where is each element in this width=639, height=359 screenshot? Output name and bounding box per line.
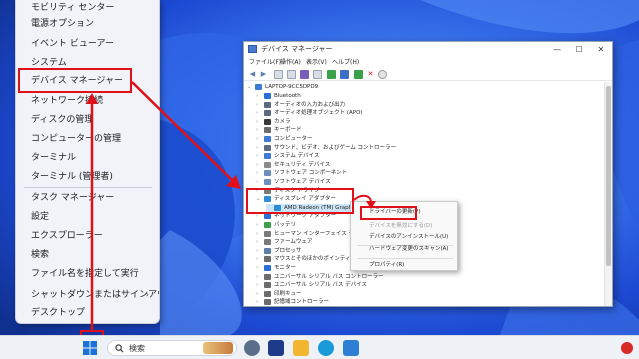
device-manager-icon	[248, 45, 257, 53]
device-category-icon	[264, 101, 271, 108]
explorer-icon[interactable]	[293, 340, 309, 356]
search-icon	[115, 344, 124, 353]
show-hidden-icon[interactable]	[300, 70, 309, 79]
device-category-icon	[264, 93, 271, 99]
store-icon[interactable]	[268, 340, 284, 356]
update-driver-icon[interactable]	[327, 70, 336, 79]
winx-item-disk-management[interactable]: ディスクの管理	[16, 110, 159, 130]
winx-menu: モビリティ センター 電源オプション イベント ビューアー システム デバイス …	[15, 0, 160, 324]
back-icon[interactable]: ◀	[248, 70, 257, 79]
device-category-icon	[264, 222, 271, 228]
device-category-icon	[264, 127, 271, 134]
windows-start-icon[interactable]	[82, 340, 98, 356]
winx-item-shutdown-label: シャットダウンまたはサインアウト	[31, 290, 159, 300]
winx-item-event-viewer[interactable]: イベント ビューアー	[16, 34, 159, 54]
minimize-button[interactable]: —	[546, 43, 568, 56]
taskbar-search-box[interactable]: 検索	[107, 340, 237, 356]
device-category-icon	[264, 247, 271, 254]
device-category-icon	[264, 265, 271, 271]
photos-icon[interactable]	[343, 340, 359, 356]
winx-item-run[interactable]: ファイル名を指定して実行	[16, 264, 159, 284]
highlight-display-adapter	[246, 188, 354, 214]
taskbar: 検索	[0, 335, 639, 359]
device-category-icon	[264, 273, 271, 280]
device-category-icon	[264, 118, 271, 125]
search-label: 検索	[129, 344, 145, 353]
highlight-device-manager	[18, 68, 132, 93]
winx-item-desktop[interactable]: デスクトップ	[16, 303, 159, 323]
device-category-icon	[264, 290, 271, 297]
device-category-icon	[264, 153, 271, 160]
scrollbar-thumb[interactable]	[606, 86, 611, 266]
winx-item-settings[interactable]: 設定	[16, 207, 159, 227]
download-icon[interactable]	[378, 70, 387, 79]
device-category-icon	[264, 110, 271, 117]
uninstall-icon[interactable]: ✕	[366, 70, 375, 79]
winx-item-terminal[interactable]: ターミナル	[16, 148, 159, 168]
notification-icon[interactable]	[621, 342, 633, 354]
close-button[interactable]: ✕	[590, 43, 612, 56]
monitor-icon[interactable]	[340, 70, 349, 79]
vertical-scrollbar[interactable]	[604, 82, 612, 306]
menu-help[interactable]: ヘルプ(H)	[332, 57, 359, 68]
ctx-scan-hardware[interactable]: ハードウェア変更のスキャン(A)	[351, 242, 457, 256]
scan-icon[interactable]	[313, 70, 322, 79]
winx-item-power-options[interactable]: 電源オプション	[16, 14, 159, 34]
device-category-icon	[264, 144, 271, 151]
winx-item-shutdown[interactable]: シャットダウンまたはサインアウト ›	[16, 285, 159, 305]
tree-root-label: LAPTOP-9CC5DPD9	[265, 84, 319, 90]
edge-icon[interactable]	[318, 340, 334, 356]
device-category-icon	[264, 213, 271, 220]
forward-icon[interactable]: ▶	[259, 70, 268, 79]
tree-label: 記憶域コントローラー	[274, 299, 330, 306]
menu-file[interactable]: ファイル(F)	[249, 57, 281, 68]
winx-item-explorer[interactable]: エクスプローラー	[16, 226, 159, 246]
window-title: デバイス マネージャー	[261, 45, 333, 53]
menu-action[interactable]: 操作(A)	[280, 57, 301, 68]
device-category-icon	[264, 299, 271, 306]
winx-item-network-connections[interactable]: ネットワーク接続	[16, 91, 159, 111]
device-category-icon	[264, 179, 271, 185]
chevron-right-icon: ›	[145, 290, 149, 299]
enable-icon[interactable]	[354, 70, 363, 79]
ctx-properties[interactable]: プロパティ(R)	[351, 258, 457, 272]
highlight-update-driver	[360, 206, 417, 220]
device-category-icon	[264, 282, 271, 289]
winx-item-computer-management[interactable]: コンピューターの管理	[16, 129, 159, 149]
device-category-icon	[264, 256, 271, 263]
menu-bar: ファイル(F) 操作(A) 表示(V) ヘルプ(H)	[244, 57, 612, 68]
winx-item-terminal-admin[interactable]: ターミナル (管理者)	[16, 167, 159, 187]
chevron-right-icon[interactable]: ›	[256, 298, 258, 306]
device-category-icon	[264, 230, 271, 237]
device-category-icon	[264, 170, 271, 177]
settings-icon[interactable]	[244, 340, 260, 356]
toolbar: ◀ ▶ ✕	[244, 68, 612, 81]
search-highlight-image	[203, 342, 233, 354]
winx-item-task-manager[interactable]: タスク マネージャー	[16, 188, 159, 208]
help-icon[interactable]	[287, 70, 296, 79]
menu-view[interactable]: 表示(V)	[306, 57, 327, 68]
device-category-icon	[264, 239, 271, 246]
computer-icon	[255, 84, 262, 90]
title-bar[interactable]: デバイス マネージャー — ☐ ✕	[244, 42, 612, 57]
properties-icon[interactable]	[274, 70, 283, 79]
maximize-button[interactable]: ☐	[568, 43, 590, 56]
device-category-icon	[264, 161, 271, 168]
winx-item-search[interactable]: 検索	[16, 245, 159, 265]
chevron-down-icon: ⌄	[247, 84, 252, 90]
device-category-icon	[264, 136, 271, 142]
